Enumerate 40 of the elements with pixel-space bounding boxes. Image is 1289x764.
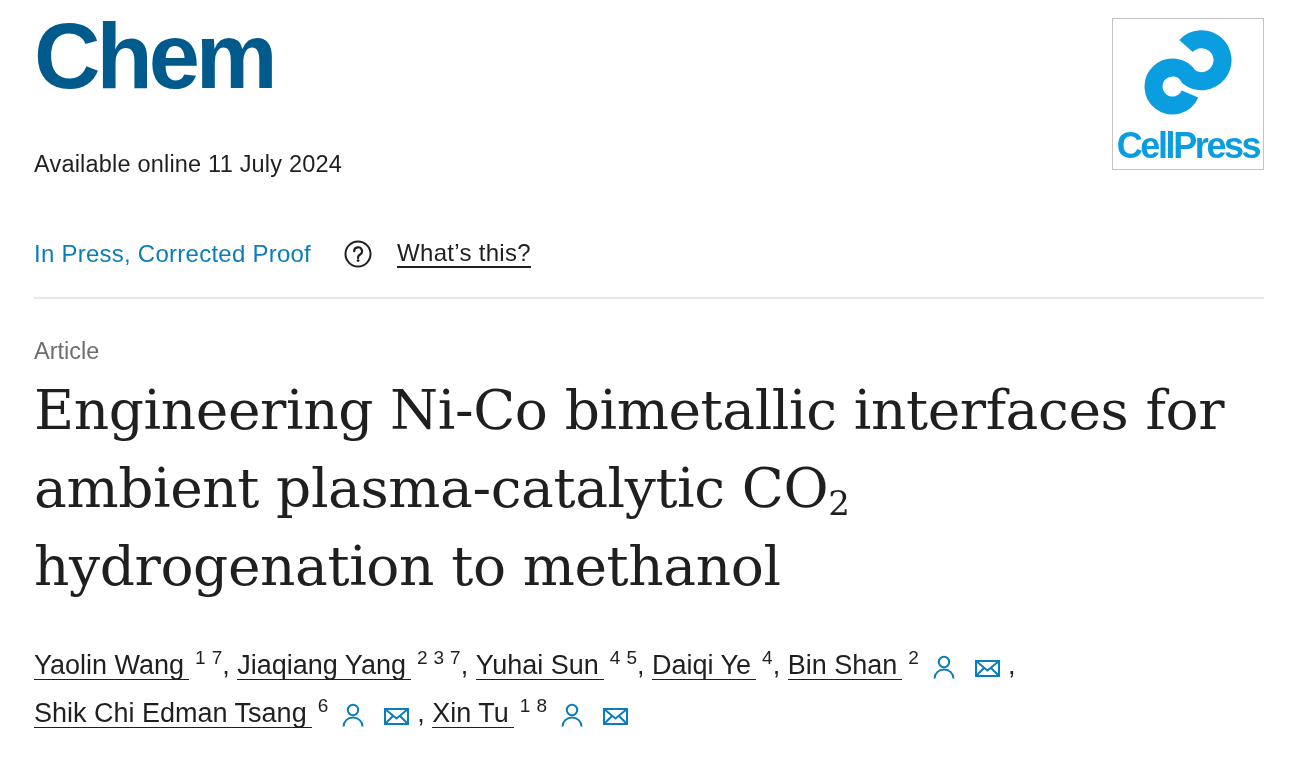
envelope-icon[interactable] bbox=[602, 708, 628, 725]
interlocked-loops-icon bbox=[1142, 30, 1234, 118]
affiliation-marker[interactable]: 1 bbox=[195, 648, 206, 667]
affiliation-marker[interactable]: 6 bbox=[317, 696, 329, 715]
comma-separator: , bbox=[222, 650, 230, 680]
help-link[interactable]: What’s this? bbox=[397, 240, 531, 268]
person-icon[interactable] bbox=[932, 655, 955, 679]
logo-wordmark: CellPress bbox=[1116, 128, 1260, 164]
comma-separator: , bbox=[460, 650, 469, 680]
comma-separator: , bbox=[772, 650, 781, 680]
publication-status: In Press, Corrected Proof bbox=[34, 240, 312, 268]
affiliation-marker[interactable]: 4 bbox=[762, 648, 773, 667]
author-name-link[interactable]: Xin Tu bbox=[432, 700, 514, 728]
author-name-link[interactable]: Yuhai Sun bbox=[475, 652, 604, 680]
comma-separator: , bbox=[417, 698, 425, 728]
author-name-link[interactable]: Daiqi Ye bbox=[652, 652, 757, 680]
article-title: Engineering Ni-Co bimetallic interfaces for ambient plasma-catalytic CO$_{2}$ hydrogenation to methanol bbox=[34, 377, 1226, 600]
person-icon[interactable] bbox=[342, 703, 365, 727]
article-type-label: Article bbox=[34, 337, 101, 365]
author-name-link[interactable]: Yaolin Wang bbox=[34, 652, 190, 680]
journal-title[interactable]: Chem bbox=[34, 10, 274, 102]
affiliation-marker[interactable]: 1 bbox=[519, 696, 531, 715]
person-icon[interactable] bbox=[560, 703, 583, 727]
comma-separator: , bbox=[636, 650, 645, 680]
affiliation-marker[interactable]: 3 bbox=[433, 648, 445, 667]
help-icon[interactable] bbox=[344, 240, 373, 268]
affiliation-marker[interactable]: 7 bbox=[211, 648, 223, 667]
affiliation-marker[interactable]: 8 bbox=[536, 696, 547, 715]
affiliation-marker[interactable]: 5 bbox=[626, 648, 637, 667]
affiliation-marker[interactable]: 2 bbox=[416, 648, 428, 667]
availability-date: Available online 11 July 2024 bbox=[34, 150, 343, 178]
affiliation-marker[interactable]: 4 bbox=[609, 648, 621, 667]
envelope-icon[interactable] bbox=[974, 660, 1000, 677]
author-name-link[interactable]: Bin Shan bbox=[787, 652, 903, 680]
author-name-link[interactable]: Jiaqiang Yang bbox=[237, 652, 411, 680]
affiliation-marker[interactable]: 7 bbox=[450, 648, 461, 667]
author-name-link[interactable]: Shik Chi Edman Tsang bbox=[34, 700, 312, 728]
comma-separator: , bbox=[1007, 650, 1016, 680]
envelope-icon[interactable] bbox=[384, 708, 410, 725]
affiliation-marker[interactable]: 2 bbox=[908, 648, 919, 667]
